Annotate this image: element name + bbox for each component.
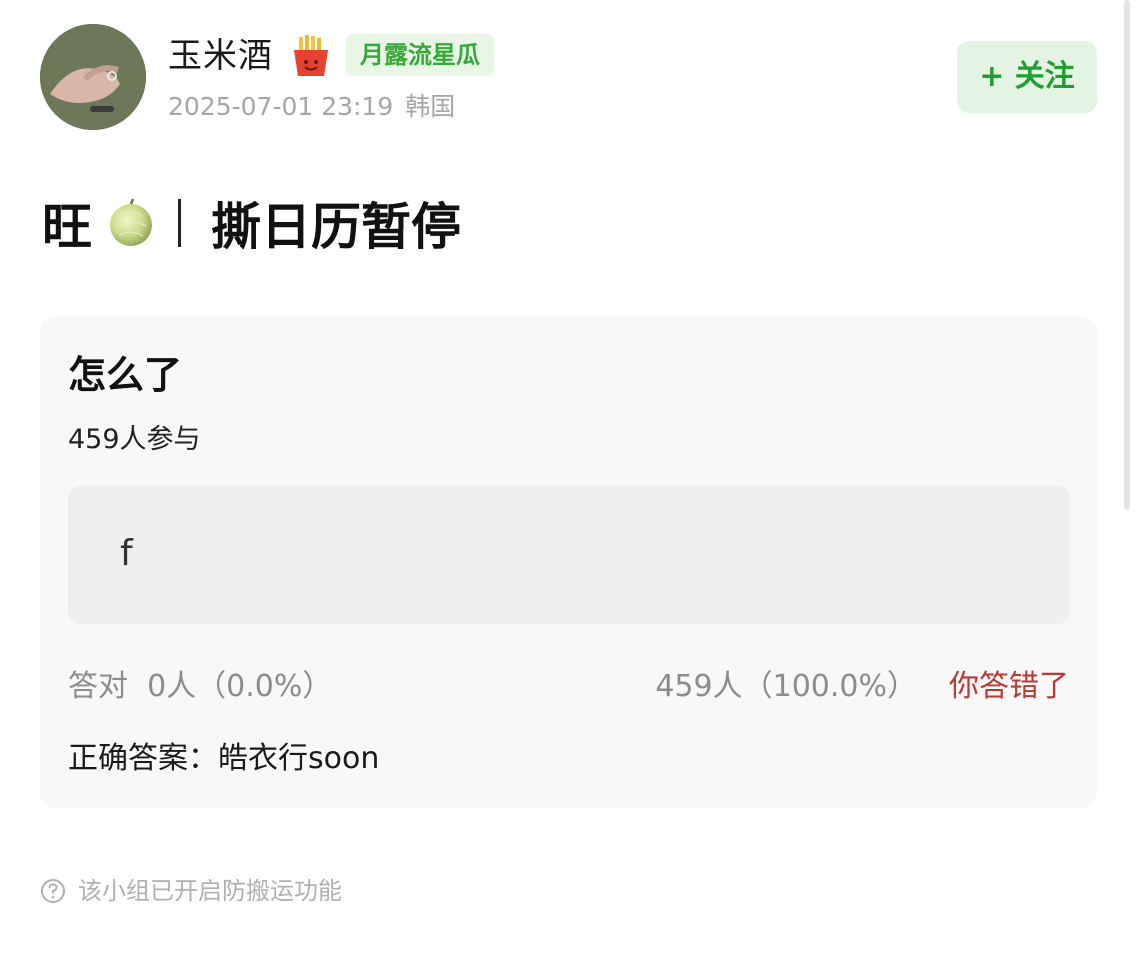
follow-button[interactable]: + 关注: [957, 41, 1097, 113]
correct-stat: 答对 0人（0.0%）: [68, 666, 332, 708]
quiz-participants: 459人参与: [68, 424, 201, 455]
answer-option-label: f: [120, 533, 133, 574]
post-timestamp: 2025-07-01 23:19: [168, 92, 394, 121]
wrong-value: 459人（100.0%）: [655, 669, 917, 704]
post-title: 旺 撕日历暂停: [42, 190, 461, 256]
correct-answer-value: 皓衣行soon: [218, 741, 380, 776]
wrong-flag: 你答错了: [949, 669, 1069, 704]
title-text: 撕日历暂停: [211, 198, 461, 256]
notice-text: 该小组已开启防搬运功能: [78, 877, 342, 905]
title-prefix: 旺: [42, 198, 92, 256]
avatar[interactable]: [40, 24, 146, 130]
correct-answer-label: 正确答案：: [68, 741, 218, 776]
title-divider: [178, 199, 181, 247]
melon-emoji-icon: [110, 198, 152, 246]
post-location: 韩国: [405, 92, 456, 121]
quiz-card: 怎么了 459人参与 f 答对 0人（0.0%） 459人（100.0%） 你答…: [40, 316, 1097, 808]
author-name[interactable]: 玉米酒: [168, 34, 273, 78]
correct-value: 0人（0.0%）: [147, 669, 333, 704]
group-tag[interactable]: 月露流星瓜: [346, 34, 494, 76]
answer-option[interactable]: f: [68, 486, 1070, 624]
correct-answer: 正确答案：皓衣行soon: [68, 738, 379, 780]
quiz-question: 怎么了: [68, 353, 183, 397]
anti-repost-notice: 该小组已开启防搬运功能: [40, 874, 342, 908]
correct-label: 答对: [68, 669, 128, 704]
avatar-photo: [40, 24, 146, 130]
scrollbar[interactable]: [1124, 0, 1130, 510]
wrong-stat: 459人（100.0%） 你答错了: [655, 666, 1069, 708]
post-meta: 2025-07-01 23:19 韩国: [168, 90, 455, 124]
help-circle-icon: [41, 879, 65, 903]
fries-emoji-icon: [294, 35, 328, 76]
